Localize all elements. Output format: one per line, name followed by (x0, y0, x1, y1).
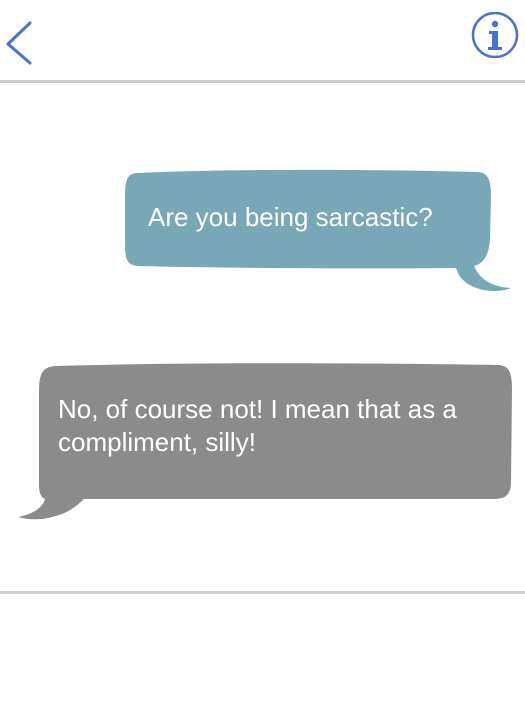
header-divider (0, 80, 525, 83)
sent-message-text: Are you being sarcastic? (148, 202, 433, 232)
info-button[interactable] (469, 11, 521, 59)
top-bar (0, 0, 525, 82)
received-message-text: No, of course not! I mean that as a comp… (58, 394, 457, 457)
chevron-left-icon (6, 21, 32, 65)
footer-divider (0, 591, 525, 594)
info-circle-icon (471, 11, 519, 59)
back-button[interactable] (0, 18, 42, 68)
sent-message-bubble: Are you being sarcastic? (118, 165, 518, 295)
received-message-bubble: No, of course not! I mean that as a comp… (14, 360, 519, 525)
